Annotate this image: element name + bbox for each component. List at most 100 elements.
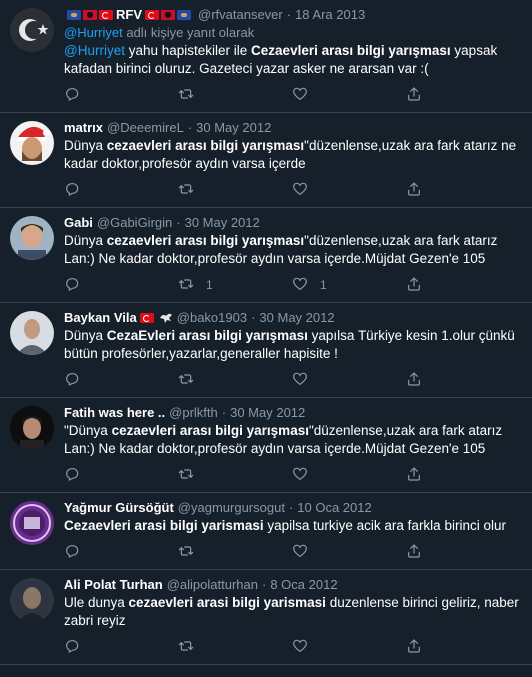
reply-button[interactable] bbox=[64, 86, 178, 105]
retweet-button[interactable] bbox=[178, 86, 292, 105]
like-button[interactable] bbox=[292, 638, 406, 657]
reply-button[interactable] bbox=[64, 371, 178, 390]
retweet-icon bbox=[178, 543, 194, 562]
user-handle[interactable]: @bako1903 bbox=[177, 309, 247, 327]
display-name[interactable]: matrıx bbox=[64, 119, 103, 137]
retweet-icon bbox=[178, 181, 194, 200]
tweet[interactable]: RFV @rfvatansever · 18 Ara 2013 @Hurriyet ad… bbox=[0, 0, 532, 113]
like-button[interactable] bbox=[292, 543, 406, 562]
reply-icon bbox=[64, 86, 80, 105]
tweet-date[interactable]: 30 May 2012 bbox=[230, 404, 305, 422]
tweet-date[interactable]: 30 May 2012 bbox=[259, 309, 334, 327]
reply-context: @Hurriyet adlı kişiye yanıt olarak bbox=[64, 24, 520, 42]
highlighted-search-term: cezaevleri arası bilgi yarışması bbox=[106, 138, 305, 153]
avatar[interactable] bbox=[10, 406, 54, 450]
tweet-header: Baykan Vila @bako1903 · 30 May 2012 bbox=[64, 309, 520, 327]
tweet-header: matrıx @DeeemireL · 30 May 2012 bbox=[64, 119, 520, 137]
display-name[interactable]: Ali Polat Turhan bbox=[64, 576, 163, 594]
like-button[interactable]: 1 bbox=[292, 276, 406, 295]
retweet-icon bbox=[178, 638, 194, 657]
avatar[interactable] bbox=[10, 216, 54, 260]
separator-dot: · bbox=[261, 577, 267, 592]
eagle-emoji-icon bbox=[159, 313, 172, 323]
tweet-header: Yağmur Gürsöğüt @yagmurgursogut · 10 Oca 20… bbox=[64, 499, 520, 517]
avatar[interactable] bbox=[10, 121, 54, 165]
share-button[interactable] bbox=[406, 86, 520, 105]
display-name[interactable]: Yağmur Gürsöğüt bbox=[64, 499, 174, 517]
retweet-button[interactable] bbox=[178, 466, 292, 485]
tweet[interactable]: Gabi @GabiGirgin · 30 May 2012 Dünya cezaevl… bbox=[0, 208, 532, 303]
retweet-icon bbox=[178, 276, 194, 295]
mention-link[interactable]: @Hurriyet bbox=[64, 43, 125, 58]
reply-button[interactable] bbox=[64, 276, 178, 295]
like-button[interactable] bbox=[292, 371, 406, 390]
share-button[interactable] bbox=[406, 543, 520, 562]
avatar[interactable] bbox=[10, 8, 54, 52]
retweet-icon bbox=[178, 466, 194, 485]
kosovo-flag-icon bbox=[177, 10, 191, 20]
share-icon bbox=[406, 466, 422, 485]
tweet-text-segment: Dünya bbox=[64, 328, 107, 343]
turkey-flag-icon bbox=[139, 313, 154, 323]
like-button[interactable] bbox=[292, 466, 406, 485]
tweet[interactable]: Fatih was here .. @prlkfth · 30 May 2012 "Dü… bbox=[0, 398, 532, 493]
tweet-date[interactable]: 10 Oca 2012 bbox=[297, 499, 371, 517]
reply-button[interactable] bbox=[64, 181, 178, 200]
avatar[interactable] bbox=[10, 501, 54, 545]
tweet[interactable]: Ali Polat Turhan @alipolatturhan · 8 Oca 20… bbox=[0, 570, 532, 665]
user-handle[interactable]: @alipolatturhan bbox=[167, 576, 258, 594]
retweet-count: 1 bbox=[206, 278, 213, 292]
retweet-button[interactable] bbox=[178, 371, 292, 390]
heart-icon bbox=[292, 86, 308, 105]
reply-button[interactable] bbox=[64, 638, 178, 657]
like-button[interactable] bbox=[292, 181, 406, 200]
tweet-actions bbox=[64, 173, 520, 207]
display-name[interactable]: Fatih was here .. bbox=[64, 404, 165, 422]
share-icon bbox=[406, 181, 422, 200]
tweet[interactable]: Yağmur Gürsöğüt @yagmurgursogut · 10 Oca 20… bbox=[0, 493, 532, 570]
user-handle[interactable]: @yagmurgursogut bbox=[178, 499, 285, 517]
separator-dot: · bbox=[251, 310, 256, 325]
display-name[interactable]: Gabi bbox=[64, 214, 93, 232]
retweet-button[interactable] bbox=[178, 543, 292, 562]
share-button[interactable] bbox=[406, 466, 520, 485]
user-handle[interactable]: @DeeemireL bbox=[107, 119, 184, 137]
share-button[interactable] bbox=[406, 371, 520, 390]
display-name[interactable]: RFV bbox=[116, 6, 142, 24]
avatar[interactable] bbox=[10, 311, 54, 355]
tweet-text-segment: "Dünya bbox=[64, 423, 112, 438]
avatar[interactable] bbox=[10, 578, 54, 622]
tweet-date[interactable]: 30 May 2012 bbox=[185, 214, 260, 232]
tweet-actions bbox=[64, 535, 520, 569]
share-button[interactable] bbox=[406, 638, 520, 657]
like-count: 1 bbox=[320, 278, 327, 292]
tweet-date[interactable]: 30 May 2012 bbox=[196, 119, 271, 137]
user-handle[interactable]: @rfvatansever bbox=[198, 6, 283, 24]
reply-icon bbox=[64, 181, 80, 200]
share-icon bbox=[406, 543, 422, 562]
heart-icon bbox=[292, 181, 308, 200]
share-button[interactable] bbox=[406, 276, 520, 295]
reply-to-mention[interactable]: @Hurriyet bbox=[64, 25, 123, 40]
tweet-date[interactable]: 8 Oca 2012 bbox=[270, 576, 337, 594]
tweet-date[interactable]: 18 Ara 2013 bbox=[295, 6, 365, 24]
tweet-text: Dünya cezaevleri arası bilgi yarışması"d… bbox=[64, 137, 520, 173]
reply-button[interactable] bbox=[64, 543, 178, 562]
tweet-text: Cezaevleri arasi bilgi yarismasi yapilsa… bbox=[64, 517, 520, 535]
reply-button[interactable] bbox=[64, 466, 178, 485]
retweet-button[interactable]: 1 bbox=[178, 276, 292, 295]
tweet[interactable]: matrıx @DeeemireL · 30 May 2012 Dünya cezaev… bbox=[0, 113, 532, 208]
like-button[interactable] bbox=[292, 86, 406, 105]
retweet-button[interactable] bbox=[178, 638, 292, 657]
turkey-flag-icon bbox=[145, 10, 159, 20]
tweet[interactable]: Baykan Vila @bako1903 · 30 May 2012 Dünya Ce… bbox=[0, 303, 532, 398]
separator-dot: · bbox=[221, 405, 227, 420]
share-button[interactable] bbox=[406, 181, 520, 200]
separator-dot: · bbox=[187, 120, 193, 135]
highlighted-search-term: Cezaevleri arasi bilgi yarismasi bbox=[64, 518, 264, 533]
retweet-button[interactable] bbox=[178, 181, 292, 200]
display-name[interactable]: Baykan Vila bbox=[64, 309, 137, 327]
heart-icon bbox=[292, 466, 308, 485]
user-handle[interactable]: @GabiGirgin bbox=[97, 214, 172, 232]
user-handle[interactable]: @prlkfth bbox=[169, 404, 218, 422]
